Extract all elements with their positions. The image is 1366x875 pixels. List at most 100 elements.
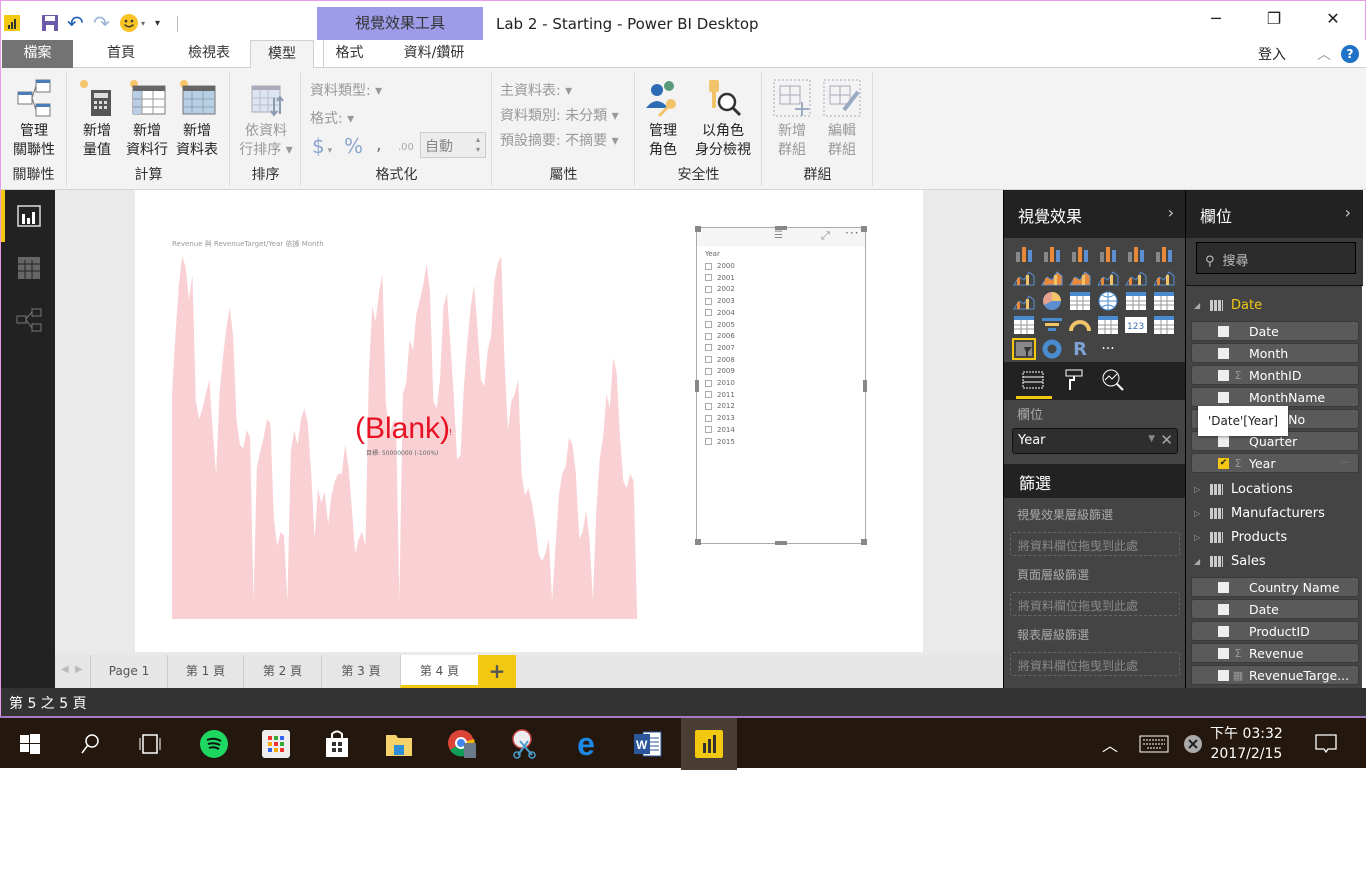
table-node-sales[interactable]: ◢ Sales [1194, 551, 1266, 571]
fields-header[interactable]: 欄位 › [1186, 190, 1363, 238]
stacked-column-icon[interactable] [1040, 242, 1064, 264]
action-center-button[interactable] [1310, 728, 1342, 760]
collapse-ribbon-icon[interactable]: ︿ [1317, 44, 1331, 64]
resize-handle[interactable] [695, 380, 699, 392]
field-item[interactable]: ▦ RevenueTarge... [1191, 665, 1359, 685]
more-options-icon[interactable]: ··· [845, 226, 859, 240]
tab-modeling[interactable]: 模型 [250, 40, 314, 69]
edit-group-button[interactable]: 編輯 群組 [817, 78, 867, 160]
r-visual-icon[interactable]: R [1068, 338, 1092, 360]
slicer-item[interactable]: 2010 [705, 379, 735, 387]
field-checkbox[interactable] [1218, 325, 1229, 337]
home-table-dropdown[interactable]: 主資料表: ▾ [500, 80, 572, 100]
area-chart-icon[interactable] [1040, 266, 1064, 288]
slicer-item[interactable]: 2011 [705, 391, 735, 399]
slicer-checkbox[interactable] [705, 414, 712, 422]
field-item[interactable]: Date [1191, 599, 1359, 619]
sort-by-column-button[interactable]: 依資料 行排序 ▾ [235, 78, 297, 160]
file-explorer-taskbar-app[interactable] [383, 728, 415, 760]
resize-handle[interactable] [695, 226, 701, 232]
tab-data-drill[interactable]: 資料/鑽研 [389, 40, 479, 68]
currency-button[interactable]: $ ▾ [312, 134, 332, 158]
slicer-checkbox[interactable] [705, 321, 712, 328]
table-node-date[interactable]: ◢ Date [1194, 295, 1262, 315]
format-dropdown[interactable]: 格式: ▾ [310, 108, 354, 128]
slicer-checkbox[interactable] [705, 391, 712, 399]
donut-icon[interactable] [1040, 338, 1064, 360]
field-checkbox[interactable] [1218, 347, 1229, 359]
card-icon[interactable]: 123 [1124, 314, 1148, 336]
slicer-checkbox[interactable] [705, 367, 712, 375]
slicer-checkbox[interactable] [705, 356, 712, 364]
task-view-button[interactable] [134, 728, 166, 760]
snipping-tool-taskbar-app[interactable] [508, 728, 540, 760]
resize-handle[interactable] [775, 226, 787, 230]
data-type-dropdown[interactable]: 資料類型: ▾ [310, 80, 382, 100]
fields-search-input[interactable]: ⚲ 搜尋 [1196, 242, 1356, 274]
slicer-icon[interactable] [1012, 338, 1036, 360]
drag-handle-icon[interactable]: ☰ [774, 230, 783, 241]
field-more-options-icon[interactable]: ··· [1340, 458, 1350, 469]
slicer-item[interactable]: 2001 [705, 274, 735, 282]
visualizations-header[interactable]: 視覺效果 › [1004, 190, 1186, 238]
field-item[interactable]: Country Name [1191, 577, 1359, 597]
clustered-bar-icon[interactable] [1068, 242, 1092, 264]
field-well-year[interactable]: Year ▼ ✕ [1012, 428, 1178, 454]
chrome-taskbar-app[interactable] [446, 728, 478, 760]
field-checkbox[interactable] [1218, 669, 1229, 681]
manage-relationships-button[interactable]: 管理 關聯性 [9, 78, 59, 160]
100-stacked-column-icon[interactable] [1152, 242, 1176, 264]
minimize-button[interactable]: ─ [1201, 9, 1231, 31]
ribbon-chart-icon[interactable] [1152, 266, 1176, 288]
field-checkbox[interactable] [1218, 369, 1229, 381]
field-checkbox[interactable] [1218, 625, 1229, 637]
more-visuals-icon[interactable]: ··· [1096, 338, 1120, 360]
remove-field-icon[interactable]: ✕ [1160, 431, 1173, 449]
clustered-column-icon[interactable] [1096, 242, 1120, 264]
slicer-checkbox[interactable] [705, 344, 712, 352]
slicer-checkbox[interactable] [705, 274, 712, 282]
kpi-icon[interactable] [1152, 314, 1176, 336]
slicer-checkbox[interactable] [705, 262, 712, 270]
report-view-button[interactable] [1, 192, 56, 244]
collapsed-arrow-icon[interactable]: ▷ [1194, 509, 1202, 518]
comma-button[interactable]: , [376, 134, 382, 155]
slicer-item[interactable]: 2012 [705, 402, 735, 410]
redo-icon[interactable]: ↷ [93, 11, 110, 35]
new-table-button[interactable]: 新增 資料表 [172, 78, 222, 160]
table-node-locations[interactable]: ▷ Locations [1194, 479, 1293, 499]
help-icon[interactable]: ? [1341, 45, 1359, 63]
resize-handle[interactable] [861, 539, 867, 545]
resize-handle[interactable] [775, 541, 787, 545]
field-item[interactable]: Σ MonthID [1191, 365, 1359, 385]
prev-page-icon[interactable]: ◀ [61, 664, 69, 675]
analytics-icon[interactable] [1102, 369, 1124, 395]
focus-mode-icon[interactable]: ⤢ [821, 229, 830, 243]
relationships-view-button[interactable] [1, 296, 56, 348]
sign-in-link[interactable]: 登入 [1258, 44, 1286, 64]
page-tab-2[interactable]: 第 2 頁 [243, 655, 321, 688]
page-tab-3[interactable]: 第 3 頁 [321, 655, 400, 688]
resize-handle[interactable] [863, 380, 867, 392]
stacked-bar-icon[interactable] [1012, 242, 1036, 264]
page-tab-page1[interactable]: Page 1 [90, 655, 167, 688]
store-taskbar-app[interactable] [321, 728, 353, 760]
start-button[interactable] [14, 728, 46, 760]
slicer-item[interactable]: 2002 [705, 285, 735, 293]
decimal-places-stepper[interactable]: 自動 ▴ ▾ [420, 132, 486, 158]
line-clustered-column-icon[interactable] [1096, 266, 1120, 288]
collapse-fields-pane-icon[interactable]: › [1345, 203, 1351, 222]
slicer-checkbox[interactable] [705, 297, 712, 305]
slicer-item[interactable]: 2004 [705, 309, 735, 317]
show-hidden-icons-button[interactable]: ︿ [1094, 728, 1126, 760]
touch-keyboard-button[interactable] [1138, 728, 1170, 760]
collapsed-arrow-icon[interactable]: ▷ [1194, 485, 1202, 494]
slicer-item[interactable]: 2008 [705, 356, 735, 364]
apps-taskbar-app[interactable] [260, 728, 292, 760]
expanded-arrow-icon[interactable]: ◢ [1194, 557, 1202, 566]
matrix-icon[interactable] [1152, 290, 1176, 312]
gauge-icon[interactable] [1068, 314, 1092, 336]
field-checkbox[interactable]: ✔ [1218, 457, 1229, 469]
system-clock[interactable]: 下午 03:32 2017/2/15 [1210, 724, 1283, 764]
year-slicer[interactable]: ☰ ⤢ ··· Year 2000 2001 2002 2003 2004 2005 200… [695, 226, 867, 545]
